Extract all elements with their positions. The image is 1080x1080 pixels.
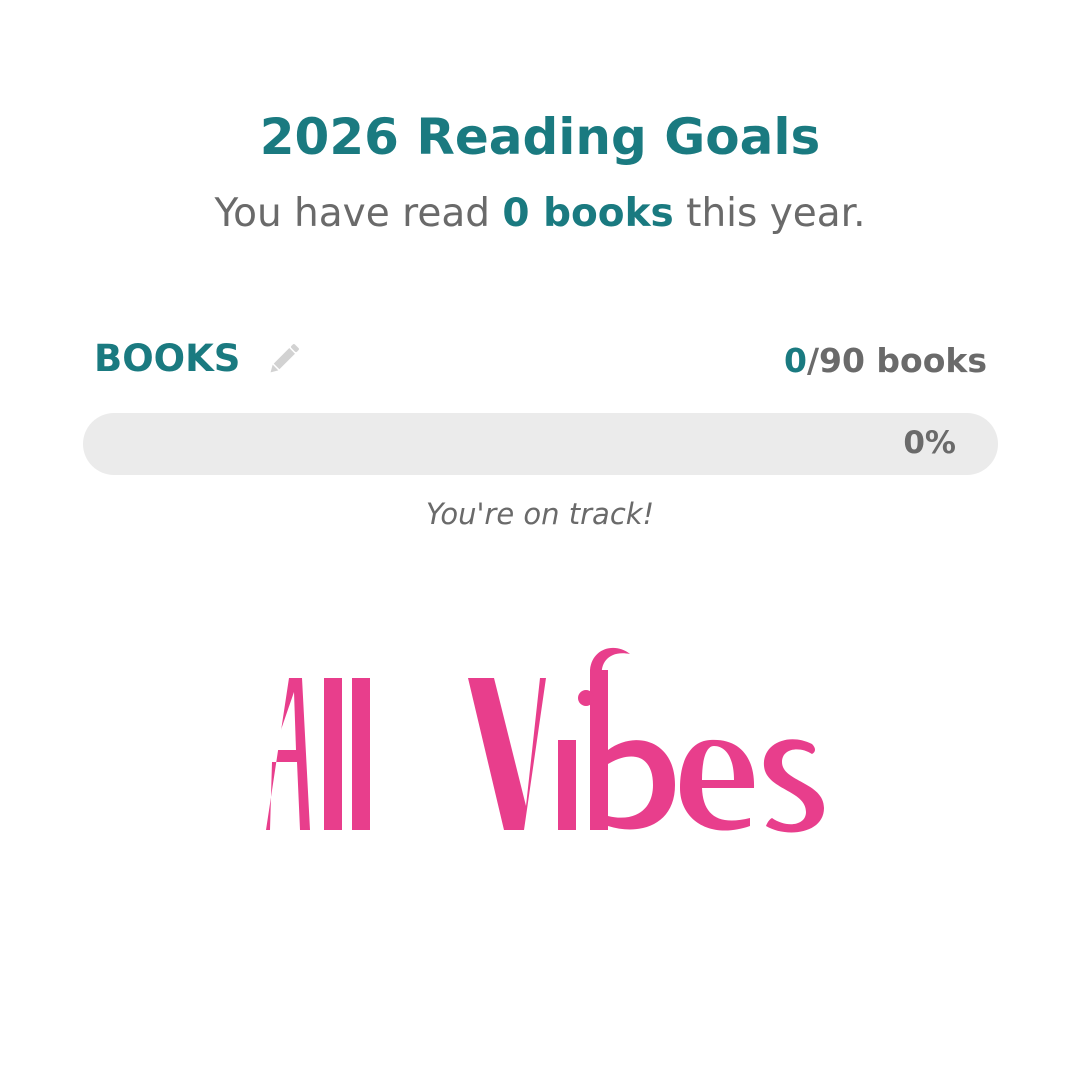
books-target-value: /90 books: [806, 341, 987, 380]
all-vibes-logo: [240, 640, 840, 850]
reading-goals-page: 2026 Reading Goals You have read 0 books…: [0, 0, 1080, 1080]
books-goal-count: 0/90 books: [784, 341, 987, 380]
pencil-icon[interactable]: [264, 339, 304, 379]
reading-summary: You have read 0 books this year.: [0, 191, 1080, 236]
books-goal-label: BOOKS: [94, 337, 241, 380]
summary-prefix: You have read: [214, 191, 503, 236]
logo-graphic: [266, 647, 824, 833]
summary-suffix: this year.: [673, 191, 866, 236]
books-read-count: 0 books: [502, 191, 674, 236]
track-status: You're on track!: [425, 497, 655, 531]
progress-percent: 0%: [903, 425, 956, 461]
books-read-value: 0: [784, 341, 807, 380]
books-progress-bar: 0%: [83, 413, 998, 475]
pencil-icon-graphic: [270, 344, 299, 373]
books-goal-header: BOOKS 0/90 books: [94, 333, 987, 393]
page-title: 2026 Reading Goals: [259, 108, 821, 166]
